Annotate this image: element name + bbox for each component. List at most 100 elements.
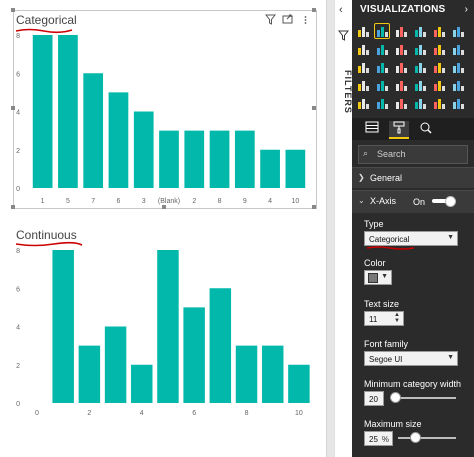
visual-type-icon[interactable] <box>413 96 427 110</box>
color-label: Color <box>364 258 386 268</box>
bar-9[interactable] <box>261 345 284 403</box>
max-size-unit: % <box>381 435 389 444</box>
bar-1[interactable] <box>52 250 74 403</box>
visual-type-icon[interactable] <box>394 78 408 92</box>
filter-icon[interactable] <box>264 14 277 28</box>
y-tick-label: 2 <box>16 148 20 155</box>
resize-handle[interactable] <box>11 8 15 12</box>
visual-type-icon[interactable] <box>356 24 370 38</box>
bar-8[interactable] <box>209 130 230 188</box>
visual-type-icon[interactable] <box>374 23 390 39</box>
bar-3[interactable] <box>104 326 127 404</box>
more-options-icon[interactable] <box>300 14 311 28</box>
visual-type-icon[interactable] <box>356 78 370 92</box>
slider-knob[interactable] <box>410 432 421 443</box>
x-tick-label: 4 <box>268 198 272 205</box>
y-tick-label: 4 <box>16 110 20 117</box>
x-tick-label: 2 <box>192 198 196 205</box>
resize-handle[interactable] <box>312 8 316 12</box>
visual-type-icon[interactable] <box>451 60 465 74</box>
visual-type-icon[interactable] <box>375 96 389 110</box>
visual-type-icon[interactable] <box>413 60 427 74</box>
visual-type-icon[interactable] <box>394 96 408 110</box>
visual-type-icon[interactable] <box>375 60 389 74</box>
x-tick-label: (Blank) <box>158 198 180 205</box>
bar-(Blank)[interactable] <box>159 130 179 188</box>
chevron-down-icon: ▼ <box>381 273 388 280</box>
visualizations-pane: VISUALIZATIONS › ··· ⌕ Search ❯ General … <box>352 0 474 457</box>
annotation-underline <box>366 246 415 250</box>
bar-6[interactable] <box>183 307 205 403</box>
type-dropdown[interactable]: Categorical ▼ <box>364 231 458 246</box>
bar-10[interactable] <box>288 364 310 403</box>
max-size-slider[interactable] <box>398 437 456 439</box>
bar-9[interactable] <box>234 130 255 188</box>
bar-5[interactable] <box>58 35 78 188</box>
fields-icon[interactable] <box>362 121 382 137</box>
format-paint-roller-icon[interactable] <box>389 121 409 139</box>
resize-handle[interactable] <box>312 106 316 110</box>
text-size-stepper[interactable]: 11 ▲ ▼ <box>364 311 404 326</box>
visual-type-icon[interactable] <box>375 42 389 56</box>
font-family-dropdown[interactable]: Segoe UI ▼ <box>364 351 458 366</box>
visual-type-icon[interactable] <box>451 78 465 92</box>
chevron-right-icon: ❯ <box>358 173 365 182</box>
bar-2[interactable] <box>184 130 205 188</box>
bar-2[interactable] <box>78 345 101 403</box>
max-size-label: Maximum size <box>364 419 422 429</box>
resize-handle[interactable] <box>312 205 316 209</box>
analytics-magnifier-icon[interactable] <box>416 121 436 137</box>
bar-8[interactable] <box>235 345 258 403</box>
visual-type-icon[interactable] <box>432 78 446 92</box>
font-family-value: Segoe UI <box>369 355 403 364</box>
visual-type-icon[interactable] <box>432 60 446 74</box>
color-picker[interactable]: ▼ <box>364 270 392 285</box>
visual-type-icon[interactable] <box>356 60 370 74</box>
toggle-knob[interactable] <box>445 196 456 207</box>
focus-mode-icon[interactable] <box>282 14 293 28</box>
color-swatch <box>368 273 378 283</box>
visual-type-icon[interactable] <box>432 96 446 110</box>
bar-1[interactable] <box>32 35 53 188</box>
bar-4[interactable] <box>131 364 153 403</box>
visual-type-icon[interactable] <box>375 78 389 92</box>
visual-type-icon[interactable] <box>432 24 446 38</box>
bar-10[interactable] <box>285 149 306 188</box>
visual-type-icon[interactable] <box>432 42 446 56</box>
y-tick-label: 6 <box>16 71 20 78</box>
text-size-label: Text size <box>364 299 400 309</box>
min-category-width-input[interactable]: 20 <box>364 391 384 406</box>
visual-type-icon[interactable] <box>394 60 408 74</box>
visual-type-icon[interactable] <box>413 24 427 38</box>
visual-type-icon[interactable] <box>451 24 465 38</box>
y-tick-label: 6 <box>16 286 20 293</box>
visual-type-icon[interactable] <box>413 78 427 92</box>
visual-type-icon[interactable] <box>451 96 465 110</box>
visual-type-icon[interactable] <box>356 96 370 110</box>
bar-6[interactable] <box>108 92 129 188</box>
chart-title-continuous: Continuous <box>16 228 77 242</box>
x-tick-label: 10 <box>291 198 299 205</box>
chevron-right-icon[interactable]: › <box>465 4 468 15</box>
chevron-left-icon[interactable]: ‹ <box>339 4 343 16</box>
bar-7[interactable] <box>83 73 104 188</box>
visual-type-icon[interactable] <box>451 42 465 56</box>
bar-7[interactable] <box>209 288 232 403</box>
max-size-input[interactable]: 25 % <box>364 431 393 446</box>
visual-type-icon[interactable] <box>394 24 408 38</box>
visual-type-icon[interactable] <box>394 42 408 56</box>
visual-type-icon[interactable] <box>413 42 427 56</box>
slider-knob[interactable] <box>390 392 401 403</box>
funnel-icon <box>337 30 350 44</box>
stepper-arrows-icon[interactable]: ▲ ▼ <box>394 312 400 324</box>
bar-4[interactable] <box>260 149 280 188</box>
format-search-input[interactable]: ⌕ Search <box>358 145 468 164</box>
filters-pane-collapsed[interactable]: ‹ FILTERS <box>334 0 353 457</box>
visual-type-gallery: ··· <box>356 23 472 130</box>
x-axis-toggle[interactable] <box>432 196 456 207</box>
x-axis-label: X-Axis <box>370 196 397 206</box>
bar-3[interactable] <box>133 111 154 189</box>
visual-type-icon[interactable] <box>356 42 370 56</box>
general-section-header[interactable]: ❯ General <box>352 167 474 188</box>
bar-5[interactable] <box>157 250 179 403</box>
